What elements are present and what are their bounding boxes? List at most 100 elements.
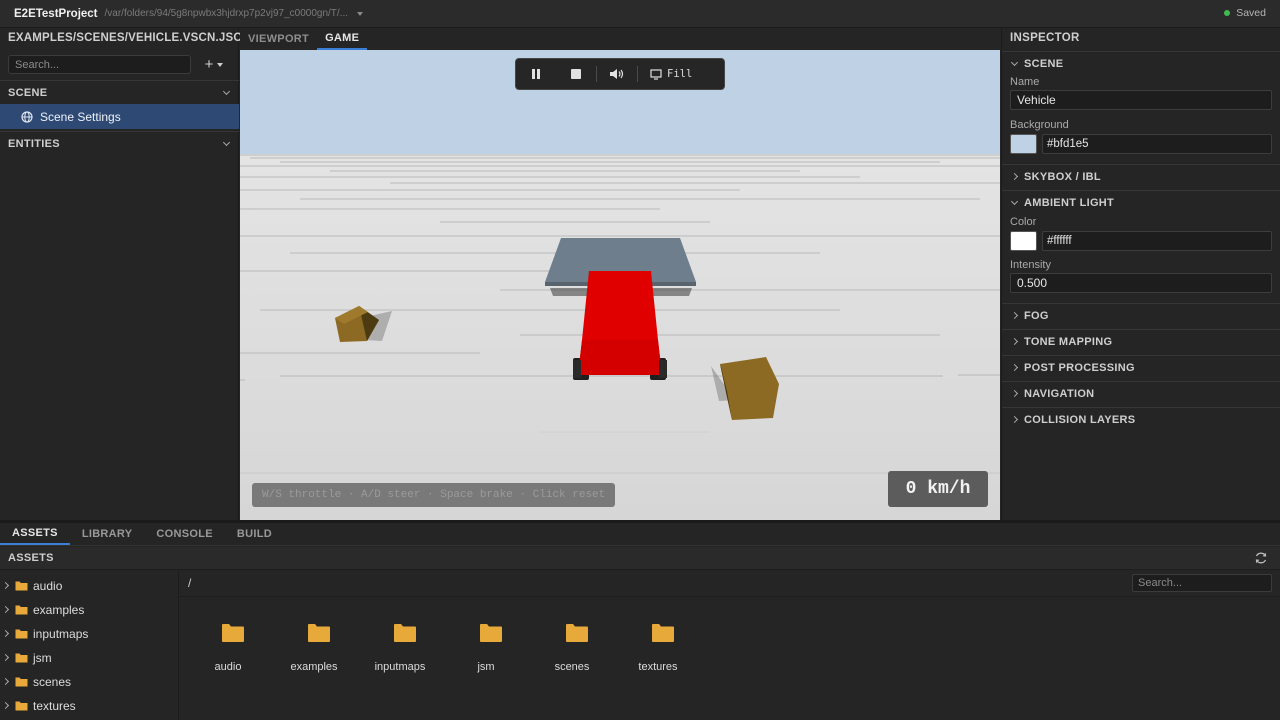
tab-build[interactable]: BUILD bbox=[225, 523, 284, 545]
tree-item-examples[interactable]: examples bbox=[0, 599, 179, 621]
collision-layers-section-header[interactable]: COLLISION LAYERS bbox=[1002, 407, 1280, 431]
mute-button[interactable] bbox=[597, 59, 637, 89]
project-title: E2ETestProject bbox=[14, 7, 98, 20]
tree-item-scenes[interactable]: scenes bbox=[0, 671, 179, 693]
chevron-down-icon bbox=[222, 138, 231, 147]
ambient-light-section-label: AMBIENT LIGHT bbox=[1024, 196, 1115, 209]
tree-item-audio[interactable]: audio bbox=[0, 575, 179, 597]
asset-search-input[interactable] bbox=[1132, 574, 1272, 592]
folder-icon bbox=[566, 624, 588, 642]
controls-hint: W/S throttle · A/D steer · Space brake ·… bbox=[252, 483, 615, 507]
inspector-title: INSPECTOR bbox=[1010, 32, 1080, 44]
fog-section-label: FOG bbox=[1024, 309, 1049, 322]
tree-item-label: scenes bbox=[33, 675, 72, 689]
add-entity-button[interactable]: + bbox=[199, 55, 229, 74]
viewport-tabs: VIEWPORT GAME bbox=[240, 28, 1000, 50]
open-file-title: EXAMPLES/SCENES/VEHICLE.VSCN.JSON bbox=[8, 32, 252, 44]
asset-browser: / audio examples inputmaps jsm scenes te… bbox=[180, 571, 1280, 720]
tab-library[interactable]: LIBRARY bbox=[70, 523, 145, 545]
asset-tile-label: jsm bbox=[477, 661, 495, 673]
assets-header-label: ASSETS bbox=[8, 552, 54, 564]
name-field[interactable] bbox=[1010, 90, 1272, 110]
collision-layers-section-label: COLLISION LAYERS bbox=[1024, 413, 1136, 426]
background-color-swatch[interactable] bbox=[1010, 134, 1037, 154]
stop-button[interactable] bbox=[556, 59, 596, 89]
chevron-right-icon bbox=[1, 629, 10, 638]
tab-viewport[interactable]: VIEWPORT bbox=[240, 28, 317, 50]
post-processing-section-label: POST PROCESSING bbox=[1024, 361, 1135, 374]
folder-icon bbox=[15, 605, 28, 615]
project-path[interactable]: /var/folders/94/5g8npwbx3hjdrxp7p2vj97_c… bbox=[105, 8, 349, 19]
tree-item-inputmaps[interactable]: inputmaps bbox=[0, 623, 179, 645]
ambient-color-field[interactable] bbox=[1042, 231, 1272, 251]
ambient-light-section-header[interactable]: AMBIENT LIGHT bbox=[1002, 190, 1280, 214]
title-bar: E2ETestProject /var/folders/94/5g8npwbx3… bbox=[0, 0, 1280, 28]
tab-assets[interactable]: ASSETS bbox=[0, 523, 70, 545]
chevron-right-icon bbox=[1010, 389, 1019, 398]
scene-hierarchy-panel: EXAMPLES/SCENES/VEHICLE.VSCN.JSON + SCEN… bbox=[0, 28, 251, 520]
chevron-right-icon bbox=[1010, 172, 1019, 181]
entities-section-header[interactable]: ENTITIES bbox=[0, 131, 239, 155]
folder-icon bbox=[394, 624, 416, 642]
folder-icon bbox=[15, 653, 28, 663]
asset-folder-scenes[interactable]: scenes bbox=[529, 619, 615, 679]
game-scene-render[interactable] bbox=[240, 50, 1000, 520]
asset-folder-textures[interactable]: textures bbox=[615, 619, 701, 679]
asset-path[interactable]: / bbox=[188, 576, 191, 590]
hierarchy-search-input[interactable] bbox=[8, 55, 191, 74]
post-processing-section-header[interactable]: POST PROCESSING bbox=[1002, 355, 1280, 379]
folder-icon bbox=[652, 624, 674, 642]
folder-icon bbox=[15, 701, 28, 711]
chevron-down-icon bbox=[222, 87, 231, 96]
fog-section-header[interactable]: FOG bbox=[1002, 303, 1280, 327]
chevron-right-icon bbox=[1, 677, 10, 686]
folder-icon bbox=[222, 624, 244, 642]
scene-section-header[interactable]: SCENE bbox=[0, 80, 239, 104]
tree-item-textures[interactable]: textures bbox=[0, 695, 179, 717]
save-status: Saved bbox=[1224, 7, 1266, 19]
asset-tile-label: scenes bbox=[554, 661, 590, 673]
color-label: Color bbox=[1010, 216, 1037, 228]
asset-folder-audio[interactable]: audio bbox=[185, 619, 271, 679]
chevron-right-icon bbox=[1010, 337, 1019, 346]
chevron-down-icon bbox=[1010, 58, 1019, 67]
intensity-label: Intensity bbox=[1010, 259, 1051, 271]
chevron-right-icon bbox=[1010, 415, 1019, 424]
asset-tile-label: textures bbox=[638, 661, 678, 673]
asset-folder-inputmaps[interactable]: inputmaps bbox=[357, 619, 443, 679]
refresh-icon[interactable] bbox=[1254, 551, 1268, 565]
chevron-right-icon bbox=[1, 605, 10, 614]
asset-tile-label: examples bbox=[290, 661, 338, 673]
scene-settings-item[interactable]: Scene Settings bbox=[0, 104, 239, 129]
tone-mapping-section-label: TONE MAPPING bbox=[1024, 335, 1113, 348]
chevron-right-icon bbox=[1, 653, 10, 662]
chevron-right-icon bbox=[1, 581, 10, 590]
tab-console[interactable]: CONSOLE bbox=[144, 523, 225, 545]
intensity-field[interactable] bbox=[1010, 273, 1272, 293]
background-label: Background bbox=[1010, 119, 1069, 131]
pause-button[interactable] bbox=[516, 59, 556, 89]
tree-item-label: audio bbox=[33, 579, 63, 593]
background-color-field[interactable] bbox=[1042, 134, 1272, 154]
tone-mapping-section-header[interactable]: TONE MAPPING bbox=[1002, 329, 1280, 353]
plus-icon: + bbox=[204, 56, 214, 73]
skybox-section-header[interactable]: SKYBOX / IBL bbox=[1002, 164, 1280, 188]
asset-folder-examples[interactable]: examples bbox=[271, 619, 357, 679]
scene-section-header[interactable]: SCENE bbox=[1002, 51, 1280, 75]
scale-mode-button[interactable]: Fill bbox=[638, 59, 692, 89]
volume-icon bbox=[610, 69, 624, 79]
folder-icon bbox=[308, 624, 330, 642]
navigation-section-header[interactable]: NAVIGATION bbox=[1002, 381, 1280, 405]
ambient-color-swatch[interactable] bbox=[1010, 231, 1037, 251]
folder-icon bbox=[15, 677, 28, 687]
asset-tile-label: inputmaps bbox=[374, 661, 426, 673]
folder-icon bbox=[480, 624, 502, 642]
tree-item-jsm[interactable]: jsm bbox=[0, 647, 179, 669]
tab-game[interactable]: GAME bbox=[317, 28, 368, 50]
chevron-right-icon bbox=[1010, 311, 1019, 320]
chevron-down-icon[interactable] bbox=[357, 11, 364, 16]
assets-header: ASSETS bbox=[0, 547, 1280, 570]
game-view[interactable]: Fill W/S throttle · A/D steer · Space br… bbox=[240, 50, 1000, 520]
asset-folder-tree: audio examples inputmaps jsm scenes text… bbox=[0, 571, 179, 720]
asset-folder-jsm[interactable]: jsm bbox=[443, 619, 529, 679]
